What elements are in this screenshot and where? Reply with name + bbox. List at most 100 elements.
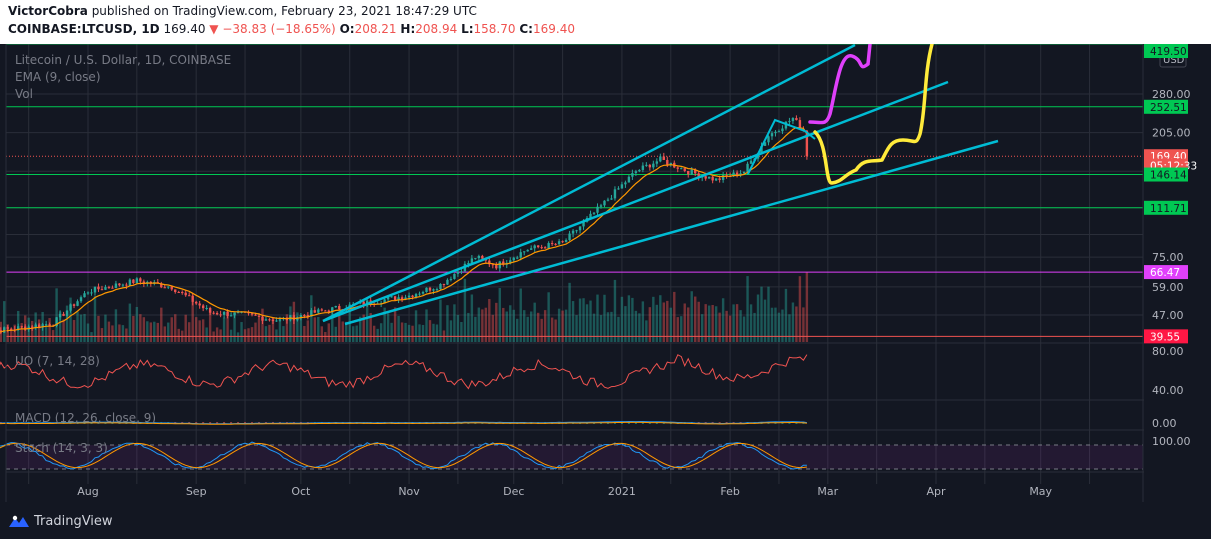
candle-body bbox=[512, 257, 515, 261]
tradingview-brand[interactable]: TradingView bbox=[34, 514, 113, 529]
volume-bar bbox=[97, 315, 100, 342]
candle-body bbox=[606, 199, 610, 201]
candle-body bbox=[631, 173, 634, 177]
uo-tick-label: 40.00 bbox=[1152, 384, 1184, 397]
volume-bar bbox=[229, 329, 233, 342]
volume-bar bbox=[313, 317, 317, 342]
candle-body bbox=[324, 310, 327, 312]
candle-body bbox=[181, 292, 184, 294]
volume-bar bbox=[456, 314, 460, 342]
volume-bar bbox=[100, 328, 104, 342]
candle-body bbox=[48, 324, 51, 326]
volume-bar bbox=[746, 276, 749, 342]
volume-bar bbox=[338, 313, 341, 342]
candle-body bbox=[65, 310, 69, 316]
volume-bar bbox=[753, 312, 756, 342]
candle-body bbox=[334, 305, 337, 308]
candle-body bbox=[125, 284, 128, 286]
volume-bar bbox=[460, 321, 463, 342]
publish-header: VictorCobra published on TradingView.com… bbox=[0, 0, 1211, 44]
macd-tick-label: 0.00 bbox=[1152, 417, 1177, 430]
volume-bar bbox=[554, 319, 557, 342]
candle-body bbox=[111, 287, 114, 289]
candle-body bbox=[313, 310, 317, 313]
volume-bar bbox=[146, 321, 149, 342]
time-tick-label: Feb bbox=[720, 485, 739, 498]
candle-body bbox=[571, 230, 575, 234]
time-tick-label: Dec bbox=[503, 485, 524, 498]
volume-bar bbox=[379, 323, 383, 342]
volume-bar bbox=[742, 316, 746, 342]
candle-body bbox=[20, 326, 23, 328]
volume-bar bbox=[631, 297, 634, 342]
time-tick-label: Mar bbox=[817, 485, 838, 498]
price-axis[interactable]: 280.00205.0075.0059.0047.00USD419.50252.… bbox=[1144, 44, 1211, 502]
volume-bar bbox=[386, 313, 390, 342]
chart-background bbox=[0, 44, 1211, 507]
candle-body bbox=[62, 313, 65, 316]
candle-body bbox=[3, 327, 6, 333]
candle-body bbox=[177, 291, 180, 293]
price-label-badge: 252.51 bbox=[1144, 99, 1188, 114]
price-label-text: 39.55 bbox=[1150, 331, 1180, 343]
open-label: O: bbox=[339, 22, 355, 36]
volume-bar bbox=[788, 314, 791, 342]
chart-canvas[interactable]: 280.00205.0075.0059.0047.00USD419.50252.… bbox=[0, 44, 1211, 507]
author-name[interactable]: VictorCobra bbox=[8, 4, 88, 18]
candle-body bbox=[704, 176, 707, 179]
volume-bar bbox=[201, 319, 205, 342]
volume-bar bbox=[390, 322, 393, 342]
candle-body bbox=[418, 293, 421, 295]
volume-bar bbox=[763, 299, 767, 342]
candle-body bbox=[568, 233, 571, 241]
candle-body bbox=[170, 286, 173, 290]
footer: TradingView bbox=[0, 507, 1211, 539]
volume-bar bbox=[638, 313, 641, 342]
candle-body bbox=[414, 294, 418, 298]
candle-body bbox=[128, 279, 132, 286]
candle-body bbox=[683, 168, 686, 171]
candle-body bbox=[184, 292, 187, 296]
candle-body bbox=[107, 287, 111, 289]
volume-bar bbox=[86, 323, 90, 342]
candle-body bbox=[554, 243, 557, 245]
volume-bar bbox=[589, 300, 592, 342]
volume-bar bbox=[523, 310, 526, 342]
volume-bar bbox=[156, 322, 159, 342]
volume-bar bbox=[222, 317, 226, 342]
volume-bar bbox=[184, 314, 187, 342]
volume-bar bbox=[529, 311, 533, 342]
volume-bar bbox=[236, 332, 240, 342]
tradingview-logo-icon[interactable] bbox=[8, 513, 30, 531]
time-tick-label: Apr bbox=[926, 485, 946, 498]
candle-body bbox=[97, 286, 100, 290]
candle-body bbox=[104, 287, 107, 290]
candle-body bbox=[634, 171, 638, 174]
volume-bar bbox=[760, 286, 763, 342]
candle-body bbox=[557, 241, 561, 245]
candle-body bbox=[481, 255, 484, 259]
volume-bar bbox=[76, 311, 79, 342]
candle-body bbox=[446, 279, 449, 285]
price-label-text: 66.47 bbox=[1150, 267, 1180, 279]
stoch-tick-label: 100.00 bbox=[1152, 435, 1191, 448]
candle-body bbox=[268, 319, 271, 321]
volume-bar bbox=[167, 322, 170, 342]
candle-body bbox=[659, 156, 662, 162]
time-tick-label: 2021 bbox=[608, 485, 636, 498]
volume-bar bbox=[125, 328, 128, 342]
candle-body bbox=[596, 206, 599, 213]
volume-bar bbox=[407, 324, 411, 342]
volume-bar bbox=[425, 309, 428, 342]
volume-bar bbox=[690, 291, 693, 342]
price-label-text: 111.71 bbox=[1150, 203, 1187, 215]
candle-body bbox=[788, 121, 791, 123]
candle-body bbox=[453, 273, 456, 279]
volume-bar bbox=[557, 308, 561, 342]
price-change: ▼ −38.83 (−18.65%) bbox=[209, 22, 336, 36]
candle-body bbox=[714, 178, 718, 181]
volume-bar bbox=[299, 317, 303, 342]
volume-bar bbox=[243, 329, 247, 342]
time-tick-label: Sep bbox=[186, 485, 207, 498]
candle-body bbox=[411, 295, 414, 298]
